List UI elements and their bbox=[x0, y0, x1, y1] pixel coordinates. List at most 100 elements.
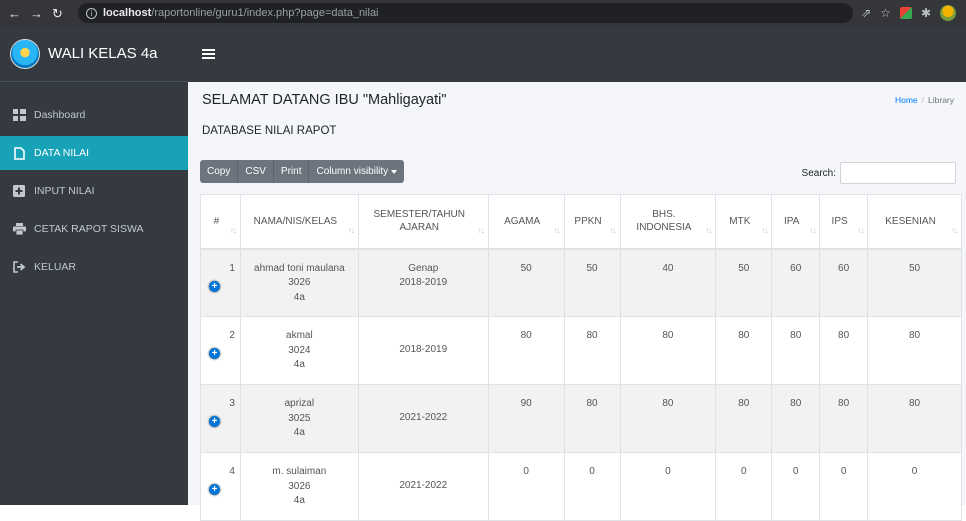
cell-agama: 50 bbox=[487, 248, 565, 317]
sidebar-menu: Dashboard DATA NILAI INPUT NILAI CETAK R… bbox=[0, 98, 188, 284]
sort-icon: ↑↓ bbox=[477, 225, 485, 235]
sign-out-icon bbox=[12, 260, 26, 274]
tahun-ajaran: 2018-2019 bbox=[399, 277, 448, 288]
menu-toggle-icon[interactable] bbox=[202, 49, 215, 59]
cell-ips: 60 bbox=[819, 248, 869, 317]
col-header-label: IPA bbox=[784, 215, 800, 227]
student-kelas: 4a bbox=[293, 495, 305, 506]
col-header-ipa[interactable]: IPA ↑↓ bbox=[771, 194, 821, 250]
breadcrumb-separator: / bbox=[921, 95, 925, 105]
plus-square-icon bbox=[12, 184, 26, 198]
expand-row-icon[interactable]: + bbox=[209, 280, 220, 292]
site-info-icon[interactable]: i bbox=[86, 7, 97, 19]
cell-nama: akmal 3024 4a bbox=[239, 316, 359, 385]
table-row: +3 aprizal 3025 4a 2021-2022 90 80 80 80 8… bbox=[200, 384, 962, 453]
sidebar: WALI KELAS 4a Dashboard DATA NILAI INPUT… bbox=[0, 26, 188, 505]
col-header-bindo[interactable]: BHS. INDONESIA ↑↓ bbox=[619, 194, 717, 250]
cell-no: +3 bbox=[200, 384, 241, 453]
col-header-label: # bbox=[213, 215, 220, 227]
col-header-no[interactable]: # ↑↓ bbox=[200, 194, 241, 250]
student-nis: 3024 bbox=[288, 344, 311, 356]
brand[interactable]: WALI KELAS 4a bbox=[0, 26, 188, 82]
sidebar-item-keluar[interactable]: KELUAR bbox=[0, 250, 188, 284]
sidebar-item-cetak-rapot[interactable]: CETAK RAPOT SISWA bbox=[0, 212, 188, 246]
browser-toolbar: ← → ↻ i localhost/raportonline/guru1/ind… bbox=[0, 0, 966, 26]
column-visibility-button[interactable]: Column visibility bbox=[309, 160, 405, 183]
browser-extensions: ⇗ ☆ ✱ bbox=[861, 5, 966, 21]
extension-icon[interactable] bbox=[899, 7, 912, 19]
cell-semester: 2018-2019 bbox=[357, 316, 489, 385]
sidebar-item-input-nilai[interactable]: INPUT NILAI bbox=[0, 174, 188, 208]
star-icon[interactable]: ☆ bbox=[880, 6, 891, 20]
sort-icon: ↑↓ bbox=[347, 225, 355, 235]
tahun-ajaran: 2021-2022 bbox=[399, 480, 448, 491]
main-content: SELAMAT DATANG IBU "Mahligayati" Home / Li… bbox=[188, 82, 966, 521]
expand-row-icon[interactable]: + bbox=[209, 416, 220, 427]
row-number: 4 bbox=[229, 466, 235, 477]
cell-bindo: 40 bbox=[619, 248, 717, 317]
sort-icon: ↑↓ bbox=[229, 225, 237, 235]
cell-ipa: 80 bbox=[771, 316, 821, 385]
sidebar-item-data-nilai[interactable]: DATA NILAI bbox=[0, 136, 188, 170]
share-icon[interactable]: ⇗ bbox=[861, 6, 871, 20]
forward-icon[interactable]: → bbox=[30, 7, 43, 20]
expand-row-icon[interactable]: + bbox=[209, 348, 220, 359]
expand-row-icon[interactable]: + bbox=[209, 484, 220, 495]
nilai-table: # ↑↓ NAMA/NIS/KELAS ↑↓ SEMESTER/TAHUN AJAR… bbox=[200, 194, 962, 521]
url-path: /raportonline/guru1/index.php?page=data_… bbox=[151, 7, 379, 19]
row-number: 1 bbox=[229, 262, 235, 274]
sidebar-item-label: INPUT NILAI bbox=[34, 185, 95, 197]
student-kelas: 4a bbox=[293, 359, 305, 370]
cell-kesenian: 50 bbox=[867, 248, 962, 317]
csv-button[interactable]: CSV bbox=[238, 160, 274, 183]
search-input[interactable] bbox=[840, 162, 956, 184]
sort-icon: ↑↓ bbox=[553, 225, 561, 235]
print-icon bbox=[12, 222, 26, 236]
cell-agama: 0 bbox=[487, 452, 565, 521]
row-number: 2 bbox=[229, 330, 235, 341]
back-icon[interactable]: ← bbox=[8, 7, 21, 20]
col-header-ppkn[interactable]: PPKN ↑↓ bbox=[563, 194, 621, 250]
sort-icon: ↑↓ bbox=[809, 225, 816, 235]
sidebar-item-label: KELUAR bbox=[34, 261, 77, 273]
cell-semester: 2021-2022 bbox=[357, 384, 489, 453]
address-bar[interactable]: i localhost/raportonline/guru1/index.php… bbox=[78, 3, 854, 23]
col-header-label: BHS. INDONESIA bbox=[636, 208, 692, 234]
col-header-nama[interactable]: NAMA/NIS/KELAS ↑↓ bbox=[239, 194, 359, 250]
reload-icon[interactable]: ↻ bbox=[52, 7, 63, 20]
caret-down-icon bbox=[391, 169, 398, 174]
sidebar-item-dashboard[interactable]: Dashboard bbox=[0, 98, 188, 132]
top-navbar bbox=[188, 26, 966, 82]
student-nis: 3026 bbox=[288, 480, 311, 492]
content-header: SELAMAT DATANG IBU "Mahligayati" Home / Li… bbox=[188, 82, 966, 118]
cell-agama: 80 bbox=[487, 316, 565, 385]
col-header-ips[interactable]: IPS ↑↓ bbox=[819, 194, 869, 250]
brand-title: WALI KELAS 4a bbox=[48, 45, 158, 62]
profile-avatar[interactable] bbox=[940, 5, 956, 21]
cell-mtk: 80 bbox=[715, 384, 773, 453]
cell-ppkn: 0 bbox=[563, 452, 621, 521]
col-header-kesenian[interactable]: KESENIAN ↑↓ bbox=[867, 194, 962, 250]
cell-kesenian: 80 bbox=[867, 384, 962, 453]
copy-button[interactable]: Copy bbox=[200, 160, 239, 183]
col-header-label: KESENIAN bbox=[885, 215, 936, 227]
cell-no: +4 bbox=[200, 452, 241, 521]
print-button[interactable]: Print bbox=[273, 160, 310, 183]
cell-no: +2 bbox=[200, 316, 241, 385]
puzzle-icon[interactable]: ✱ bbox=[921, 6, 931, 20]
breadcrumb-home[interactable]: Home bbox=[895, 95, 918, 105]
col-header-mtk[interactable]: MTK ↑↓ bbox=[715, 194, 773, 250]
row-number: 3 bbox=[229, 398, 235, 409]
student-name: m. sulaiman bbox=[272, 466, 327, 477]
cell-ppkn: 80 bbox=[563, 384, 621, 453]
browser-nav: ← → ↻ bbox=[0, 7, 78, 20]
column-visibility-label: Column visibility bbox=[316, 166, 389, 177]
col-header-semester[interactable]: SEMESTER/TAHUN AJARAN ↑↓ bbox=[357, 194, 489, 250]
cell-ips: 80 bbox=[819, 316, 869, 385]
cell-mtk: 0 bbox=[715, 452, 773, 521]
tahun-ajaran: 2021-2022 bbox=[399, 412, 448, 423]
semester: Genap bbox=[408, 262, 439, 274]
search-label: Search: bbox=[801, 167, 836, 179]
col-header-agama[interactable]: AGAMA ↑↓ bbox=[487, 194, 565, 250]
school-logo-icon bbox=[10, 38, 40, 69]
